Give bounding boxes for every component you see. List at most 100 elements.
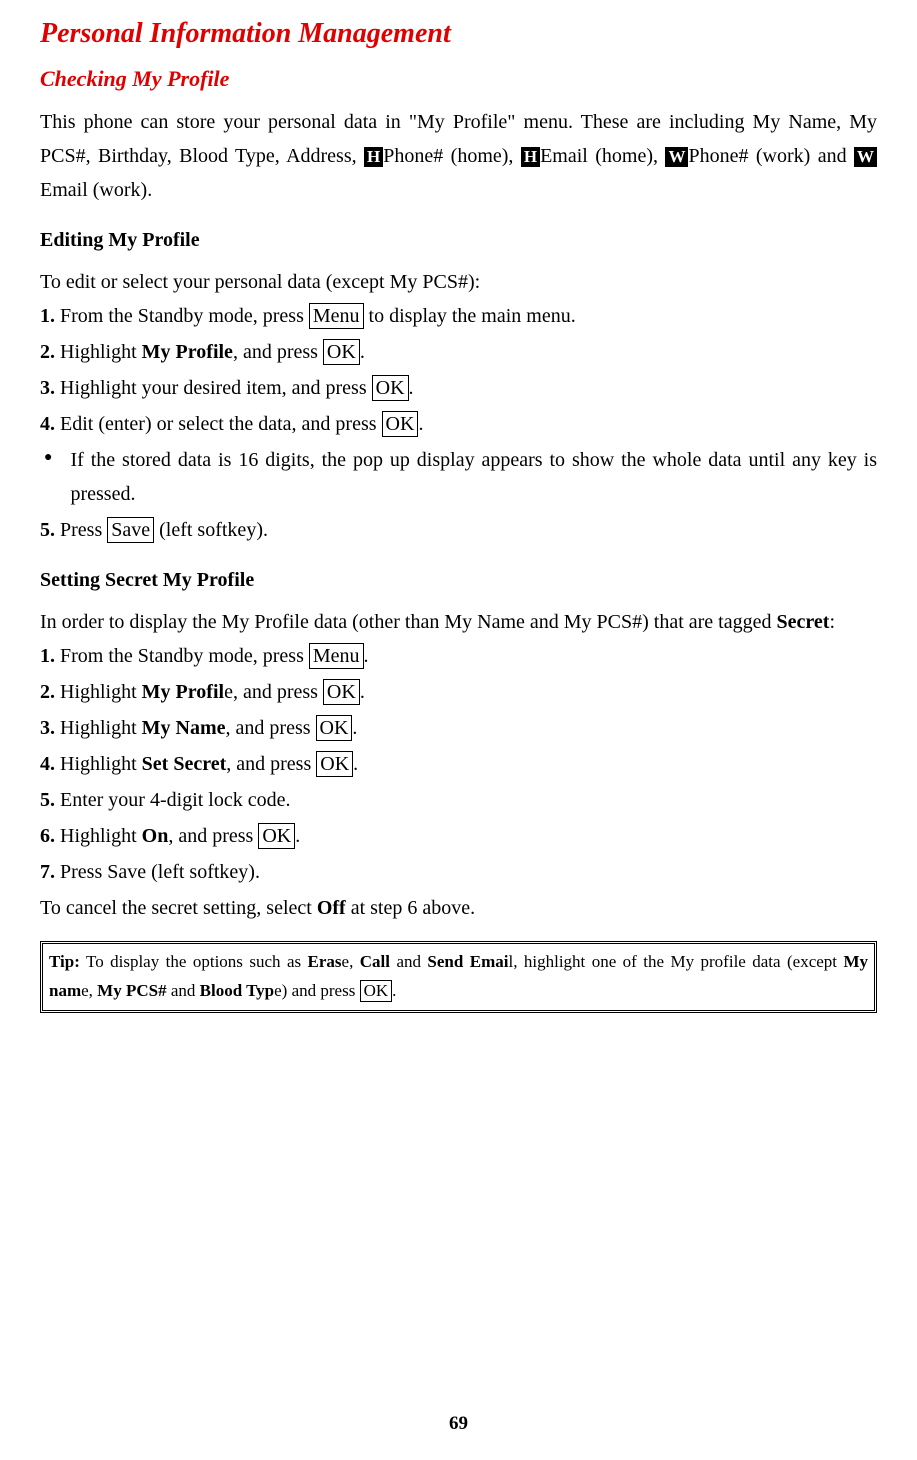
step-number: 2.: [40, 681, 55, 703]
ok-key: OK: [372, 375, 409, 401]
tip-text: e,: [342, 952, 360, 971]
editing-section: Editing My Profile To edit or select you…: [40, 223, 877, 547]
step-6: 6. Highlight On, and press OK.: [40, 819, 877, 853]
step-text: Highlight: [55, 717, 142, 739]
intro-text: Email (work).: [40, 179, 152, 201]
menu-key: Menu: [309, 303, 364, 329]
tip-option: Call: [360, 952, 390, 971]
step-text: .: [360, 341, 365, 363]
ok-key: OK: [382, 411, 419, 437]
home-badge-icon: H: [364, 147, 383, 167]
info-bullet: ● If the stored data is 16 digits, the p…: [40, 443, 877, 511]
step-number: 3.: [40, 377, 55, 399]
step-text: Press: [55, 519, 107, 541]
tip-text: and: [390, 952, 427, 971]
home-badge-icon: H: [521, 147, 540, 167]
step-number: 2.: [40, 341, 55, 363]
tip-option: Send Emai: [427, 952, 508, 971]
step-text: .: [295, 825, 300, 847]
step-number: 1.: [40, 645, 55, 667]
step-5: 5. Press Save (left softkey).: [40, 513, 877, 547]
step-number: 4.: [40, 413, 55, 435]
step-text: From the Standby mode, press: [55, 645, 309, 667]
off-option: Off: [317, 897, 346, 919]
step-text: .: [409, 377, 414, 399]
subsection-title: Checking My Profile: [40, 60, 877, 97]
secret-section: Setting Secret My Profile In order to di…: [40, 563, 877, 925]
secret-label: Secret: [777, 611, 830, 633]
step-text: From the Standby mode, press: [55, 305, 309, 327]
secret-lead: In order to display the My Profile data …: [40, 605, 877, 639]
step-text: Highlight: [55, 681, 142, 703]
step-number: 4.: [40, 753, 55, 775]
tip-text: and: [167, 981, 200, 1000]
step-text: Enter your 4-digit lock code.: [55, 789, 291, 811]
step-text: .: [418, 413, 423, 435]
intro-paragraph: This phone can store your personal data …: [40, 105, 877, 207]
step-text: to display the main menu.: [364, 305, 576, 327]
step-text: .: [360, 681, 365, 703]
menu-item: My Profile: [142, 341, 233, 363]
menu-item: Set Secret: [142, 753, 227, 775]
menu-item: On: [142, 825, 169, 847]
step-3: 3. Highlight My Name, and press OK.: [40, 711, 877, 745]
work-badge-icon: W: [665, 147, 688, 167]
menu-key: Menu: [309, 643, 364, 669]
save-key: Save: [107, 517, 154, 543]
step-text: .: [364, 645, 369, 667]
step-text: Highlight: [55, 753, 142, 775]
step-number: 1.: [40, 305, 55, 327]
ok-key: OK: [360, 980, 393, 1002]
intro-text: Phone# (work) and: [688, 145, 854, 167]
cancel-text: To cancel the secret setting, select: [40, 897, 317, 919]
intro-text: Email (home),: [540, 145, 665, 167]
lead-text: :: [829, 611, 835, 633]
step-text: Highlight: [55, 825, 142, 847]
tip-text: .: [392, 981, 396, 1000]
tip-option: Blood Typ: [200, 981, 275, 1000]
tip-text: To display the options such as: [80, 952, 308, 971]
step-number: 6.: [40, 825, 55, 847]
step-text: , and press: [168, 825, 258, 847]
work-badge-icon: W: [854, 147, 877, 167]
editing-lead: To edit or select your personal data (ex…: [40, 265, 877, 299]
menu-item: My Name: [142, 717, 226, 739]
step-number: 5.: [40, 789, 55, 811]
tip-option: My PCS#: [97, 981, 166, 1000]
editing-heading: Editing My Profile: [40, 223, 877, 257]
lead-text: In order to display the My Profile data …: [40, 611, 777, 633]
intro-text: Phone# (home),: [383, 145, 521, 167]
secret-heading: Setting Secret My Profile: [40, 563, 877, 597]
ok-key: OK: [316, 751, 353, 777]
step-text: Highlight your desired item, and press: [55, 377, 372, 399]
ok-key: OK: [323, 679, 360, 705]
step-4: 4. Highlight Set Secret, and press OK.: [40, 747, 877, 781]
step-7: 7. Press Save (left softkey).: [40, 855, 877, 889]
tip-label: Tip:: [49, 952, 80, 971]
step-text: (left softkey).: [154, 519, 268, 541]
step-text: .: [352, 717, 357, 739]
ok-key: OK: [323, 339, 360, 365]
bullet-text: If the stored data is 16 digits, the pop…: [70, 443, 877, 511]
step-text: , and press: [233, 341, 323, 363]
ok-key: OK: [316, 715, 353, 741]
step-text: .: [353, 753, 358, 775]
step-5: 5. Enter your 4-digit lock code.: [40, 783, 877, 817]
step-3: 3. Highlight your desired item, and pres…: [40, 371, 877, 405]
step-2: 2. Highlight My Profile, and press OK.: [40, 675, 877, 709]
step-number: 7.: [40, 861, 55, 883]
menu-item: My Profil: [142, 681, 224, 703]
step-number: 3.: [40, 717, 55, 739]
tip-option: Eras: [308, 952, 342, 971]
tip-text: l, highlight one of the My profile data …: [508, 952, 843, 971]
step-text: , and press: [226, 753, 316, 775]
step-1: 1. From the Standby mode, press Menu.: [40, 639, 877, 673]
step-text: e, and press: [224, 681, 323, 703]
ok-key: OK: [258, 823, 295, 849]
step-text: Edit (enter) or select the data, and pre…: [55, 413, 382, 435]
tip-text: e) and press: [274, 981, 359, 1000]
step-text: , and press: [226, 717, 316, 739]
bullet-icon: ●: [44, 443, 52, 511]
step-2: 2. Highlight My Profile, and press OK.: [40, 335, 877, 369]
step-1: 1. From the Standby mode, press Menu to …: [40, 299, 877, 333]
